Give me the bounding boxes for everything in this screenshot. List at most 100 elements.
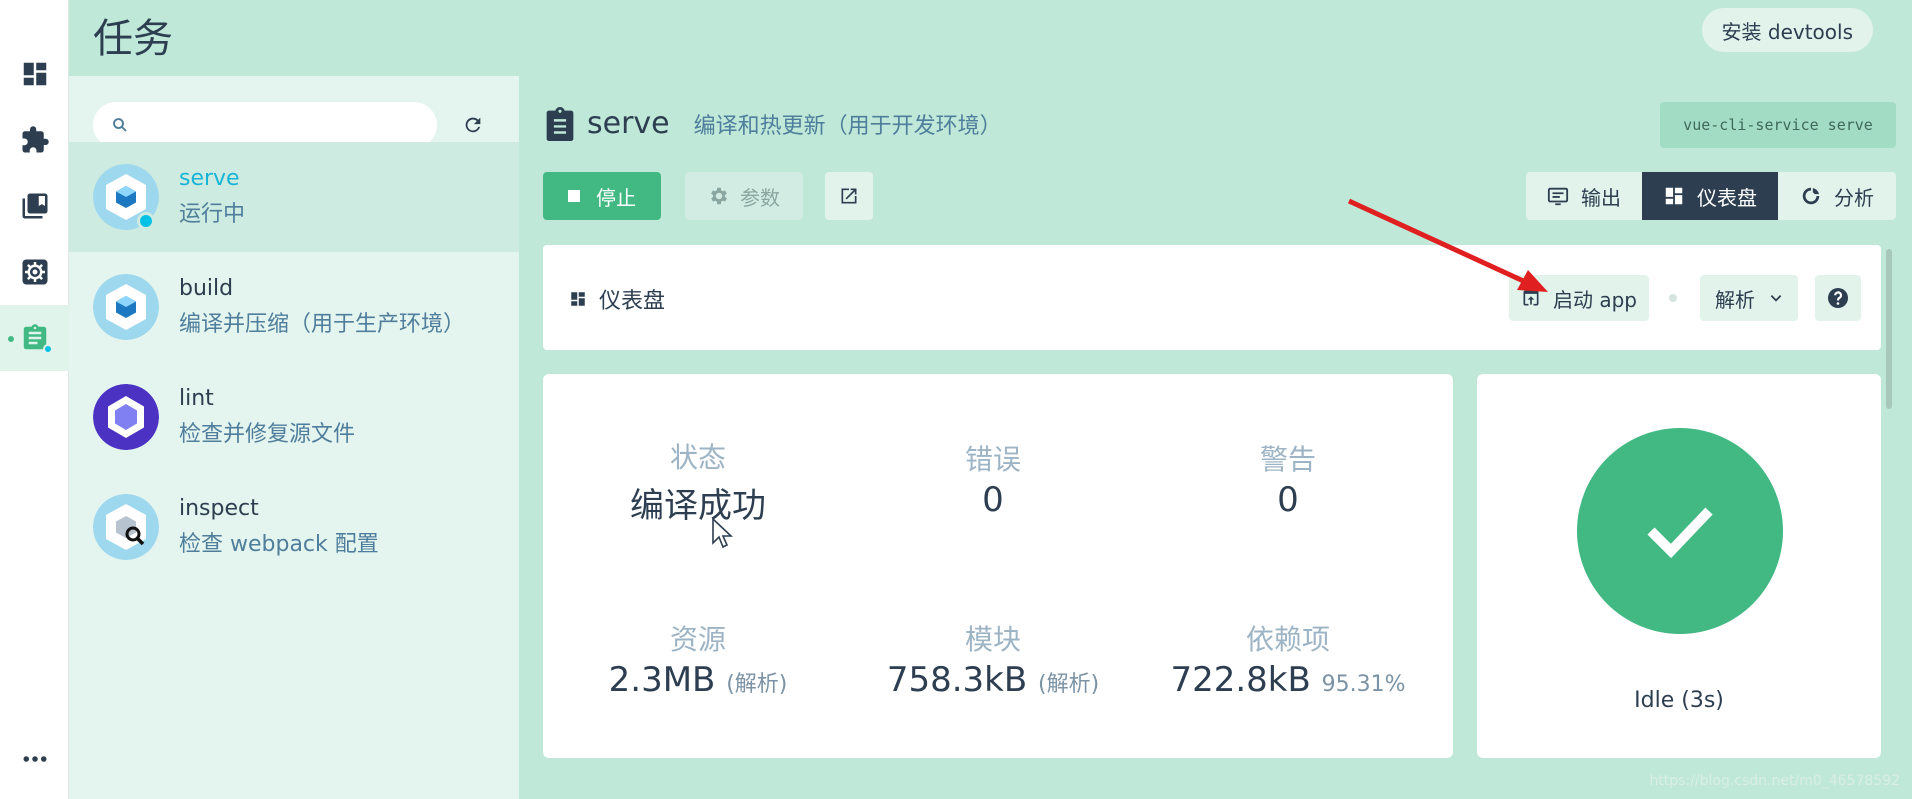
dashboard-icon xyxy=(23,62,46,86)
stat-value: 2.3MB (解析) xyxy=(553,660,843,700)
launch-icon xyxy=(1523,290,1539,306)
params-button[interactable]: 参数 xyxy=(685,172,803,220)
webpack-icon xyxy=(93,274,159,340)
help-button[interactable] xyxy=(1815,275,1861,321)
task-item-lint[interactable]: lint 检查并修复源文件 xyxy=(69,362,519,472)
task-list-panel: serve 运行中 build 编译并压缩（用于生产环境） lint 检查并修复… xyxy=(69,76,519,799)
task-name: lint xyxy=(179,386,214,411)
command-badge: vue-cli-service serve xyxy=(1660,102,1896,148)
tab-dashboard[interactable]: 仪表盘 xyxy=(1642,172,1778,220)
stat-status: 状态 编译成功 xyxy=(553,436,843,527)
tab-label: 仪表盘 xyxy=(1697,185,1757,210)
build-status-card: Idle (3s) xyxy=(1477,374,1881,758)
nav-rail xyxy=(0,0,69,799)
clipboard-icon xyxy=(546,106,574,141)
stat-warnings: 警告 0 xyxy=(1143,438,1433,520)
more-icon xyxy=(23,756,46,762)
running-badge xyxy=(43,344,53,354)
open-external-button[interactable] xyxy=(825,172,873,220)
task-desc: 编译并压缩（用于生产环境） xyxy=(179,312,466,337)
rail-dashboard-button[interactable] xyxy=(0,41,69,107)
rail-config-button[interactable] xyxy=(0,239,69,305)
tab-output[interactable]: 输出 xyxy=(1526,172,1642,220)
stat-value: 编译成功 xyxy=(630,486,766,526)
tab-analyze[interactable]: 分析 xyxy=(1778,172,1896,220)
stat-errors: 错误 0 xyxy=(848,438,1138,520)
refresh-icon xyxy=(465,117,481,133)
open-external-icon xyxy=(841,188,857,204)
stat-value-text: 758.3kB xyxy=(886,660,1028,700)
stat-label: 资源 xyxy=(669,623,726,656)
parse-dropdown[interactable]: 解析 xyxy=(1700,275,1798,321)
search-icon xyxy=(113,118,127,132)
check-icon xyxy=(1647,507,1713,559)
stat-value-text: 722.8kB xyxy=(1170,660,1311,700)
dashboard-toolbar: 仪表盘 启动 app 解析 xyxy=(543,245,1881,350)
tab-label: 输出 xyxy=(1581,185,1621,210)
webpack-inspect-icon xyxy=(93,494,159,560)
stat-assets: 资源 2.3MB (解析) xyxy=(553,618,843,700)
task-title: serve xyxy=(587,106,670,141)
stat-label: 状态 xyxy=(669,441,726,474)
config-icon xyxy=(22,259,47,285)
stat-label: 警告 xyxy=(1259,443,1316,476)
rail-plugins-button[interactable] xyxy=(0,107,69,173)
install-devtools-button[interactable]: 安装 devtools xyxy=(1701,8,1873,52)
start-app-button[interactable]: 启动 app xyxy=(1509,275,1649,321)
rail-dependencies-button[interactable] xyxy=(0,173,69,239)
idle-text: Idle (3s) xyxy=(1634,688,1724,713)
stat-value: 0 xyxy=(1277,480,1299,520)
task-detail: serve 编译和热更新（用于开发环境） vue-cli-service ser… xyxy=(519,76,1912,799)
help-icon xyxy=(1828,288,1848,308)
stat-sub: (解析) xyxy=(726,672,788,697)
top-header: 任务 安装 devtools xyxy=(69,0,1912,76)
dashboard-icon xyxy=(571,292,585,306)
stat-value: 722.8kB 95.31% xyxy=(1118,660,1458,700)
output-icon xyxy=(1547,187,1569,206)
stat-value: 758.3kB (解析) xyxy=(823,660,1163,700)
gear-icon xyxy=(711,187,727,205)
task-desc: 检查并修复源文件 xyxy=(179,422,356,447)
dashboard-title: 仪表盘 xyxy=(569,283,665,315)
rail-tasks-button[interactable] xyxy=(0,305,69,371)
plugin-icon xyxy=(22,126,49,153)
refresh-button[interactable] xyxy=(456,108,490,142)
task-name: inspect xyxy=(179,496,259,521)
eslint-icon xyxy=(93,384,159,450)
watermark: https://blog.csdn.net/m0_46578592 xyxy=(1649,773,1900,789)
stat-dependencies: 依赖项 722.8kB 95.31% xyxy=(1118,618,1458,700)
running-status-dot xyxy=(137,212,155,230)
rail-more-button[interactable] xyxy=(0,726,69,792)
dependencies-icon xyxy=(22,193,47,219)
stat-label: 错误 xyxy=(964,443,1021,476)
analyze-icon xyxy=(1802,187,1820,205)
stop-button[interactable]: 停止 xyxy=(543,172,661,220)
stat-label: 依赖项 xyxy=(1245,623,1330,656)
task-name: build xyxy=(179,276,234,301)
separator-dot xyxy=(1669,294,1677,302)
dashboard-icon xyxy=(1665,187,1683,205)
success-indicator xyxy=(1577,428,1783,634)
task-header: serve 编译和热更新（用于开发环境） xyxy=(545,106,1002,141)
stop-label: 停止 xyxy=(596,185,636,210)
params-label: 参数 xyxy=(740,185,780,210)
task-name: serve xyxy=(179,166,240,191)
dashboard-title-text: 仪表盘 xyxy=(599,289,666,314)
stat-value-text: 2.3MB xyxy=(608,660,716,700)
task-item-inspect[interactable]: inspect 检查 webpack 配置 xyxy=(69,472,519,582)
tab-label: 分析 xyxy=(1834,185,1874,210)
task-description: 编译和热更新（用于开发环境） xyxy=(693,113,1002,139)
page-title: 任务 xyxy=(93,16,173,62)
scrollbar[interactable] xyxy=(1886,249,1892,409)
task-item-build[interactable]: build 编译并压缩（用于生产环境） xyxy=(69,252,519,362)
active-indicator xyxy=(8,336,14,342)
stat-modules: 模块 758.3kB (解析) xyxy=(823,618,1163,700)
stats-card: 状态 编译成功 错误 0 警告 0 资源 2.3MB (解析) 模块 758.3… xyxy=(543,374,1453,758)
search-input[interactable] xyxy=(139,110,419,140)
stop-icon xyxy=(568,190,580,202)
mouse-cursor-icon xyxy=(712,518,734,549)
task-desc: 检查 webpack 配置 xyxy=(179,532,379,557)
task-item-serve[interactable]: serve 运行中 xyxy=(69,142,519,252)
start-app-label: 启动 app xyxy=(1552,287,1637,312)
view-switcher: 输出 仪表盘 分析 xyxy=(1526,172,1896,220)
